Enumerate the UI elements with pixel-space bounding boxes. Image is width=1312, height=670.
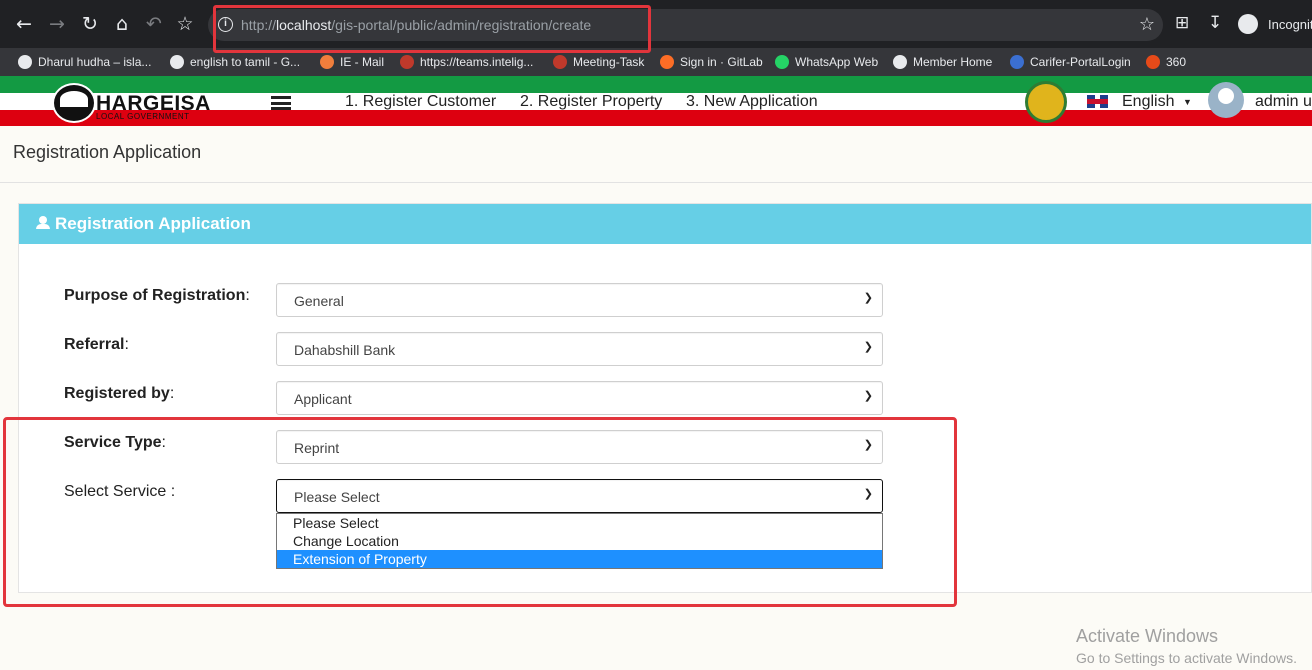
caret-down-icon[interactable]: ▼ [1183,97,1192,107]
panel-title: Registration Application [55,214,251,233]
bookmark-label: IE - Mail [340,55,385,69]
bookmark-label: Carifer-PortalLogin [1030,55,1131,69]
registered-by-select[interactable]: Applicant ❯ [276,381,883,415]
flag-stripe-green [0,76,1312,93]
page-title: Registration Application [13,142,202,162]
bookmark-wordpress[interactable]: Dharul hudha – isla... [18,48,151,76]
chevron-down-icon: ❯ [863,341,873,353]
crop-icon[interactable]: ⊞ [1175,13,1189,33]
back-arrow-icon[interactable]: ← [12,12,36,36]
bookmark-label: Member Home [913,55,993,69]
office-icon [1146,55,1160,69]
user-name[interactable]: admin u [1255,93,1312,111]
meeting-icon [553,55,567,69]
incognito-icon[interactable] [1238,14,1258,34]
bookmark-label: Meeting-Task [573,55,645,69]
bookmarks-bar: Dharul hudha – isla... english to tamil -… [0,48,1312,76]
referral-label-text: Referral [64,336,125,353]
incognito-label: Incognit [1268,17,1312,32]
bookmark-label: Dharul hudha – isla... [38,55,152,69]
divider [0,182,1312,183]
gitlab-icon [660,55,674,69]
bookmark-label: WhatsApp Web [795,55,879,69]
site-header: HARGEISA LOCAL GOVERNMENT 1. Register Cu… [0,76,1312,126]
logo-icon[interactable] [52,83,96,123]
hamburger-menu-icon[interactable] [271,96,291,110]
referral-label-colon: : [124,336,129,353]
referral-select[interactable]: Dahabshill Bank ❯ [276,332,883,366]
referral-label: Referral: [64,336,129,354]
form-highlight-box [3,417,957,607]
globe-icon [893,55,907,69]
reload-icon[interactable]: ↻ [78,12,102,36]
user-icon [36,216,50,230]
user-avatar[interactable] [1208,82,1244,118]
purpose-label-text: Purpose of Registration [64,287,246,304]
registered-by-label: Registered by: [64,385,174,403]
logo-subtitle: LOCAL GOVERNMENT [96,112,190,121]
purpose-label-colon: : [245,287,250,304]
carifer-icon [1010,55,1024,69]
bookmark-globe[interactable]: Member Home [893,48,992,76]
activate-windows-title: Activate Windows [1076,626,1219,646]
purpose-select[interactable]: General ❯ [276,283,883,317]
menu-register-customer[interactable]: 1. Register Customer [345,93,496,111]
bookmark-office[interactable]: 360 [1146,48,1186,76]
menu-register-property[interactable]: 2. Register Property [520,93,662,111]
menu-new-application[interactable]: 3. New Application [686,93,818,111]
mail-icon [320,55,334,69]
undo-icon[interactable]: ↶ [142,12,166,36]
activate-windows-subtitle: Go to Settings to activate Windows. [1076,650,1297,666]
google-icon [170,55,184,69]
uk-flag-icon[interactable] [1087,95,1108,108]
bookmark-star-icon[interactable]: ☆ [1139,14,1155,35]
bookmark-carifer[interactable]: Carifer-PortalLogin [1010,48,1131,76]
registered-by-label-text: Registered by [64,385,170,402]
bookmark-label: https://teams.intelig... [420,55,534,69]
bookmark-label: Sign in · GitLab [680,55,763,69]
home-icon[interactable]: ⌂ [110,12,134,36]
bookmark-gitlab[interactable]: Sign in · GitLab [660,48,763,76]
referral-value: Dahabshill Bank [294,342,396,358]
bookmark-whatsapp[interactable]: WhatsApp Web [775,48,878,76]
purpose-value: General [294,293,344,309]
chevron-down-icon: ❯ [863,292,873,304]
emblem-icon [1025,81,1067,123]
star-icon[interactable]: ☆ [173,12,197,36]
purpose-label: Purpose of Registration: [64,287,250,305]
whatsapp-icon [775,55,789,69]
download-icon[interactable]: ↧ [1208,13,1222,33]
chevron-down-icon: ❯ [863,390,873,402]
browser-toolbar: ← → ↻ ⌂ ↶ ☆ i http://localhost/gis-porta… [0,0,1312,48]
teams-icon [400,55,414,69]
wordpress-icon [18,55,32,69]
url-highlight-box [213,5,651,53]
forward-arrow-icon[interactable]: → [45,12,69,36]
registered-by-label-colon: : [169,385,175,402]
language-selector[interactable]: English [1122,93,1174,111]
bookmark-label: english to tamil - G... [190,55,301,69]
registered-by-value: Applicant [294,391,352,407]
bookmark-label: 360 [1166,55,1187,69]
panel-header: Registration Application [19,204,1311,244]
